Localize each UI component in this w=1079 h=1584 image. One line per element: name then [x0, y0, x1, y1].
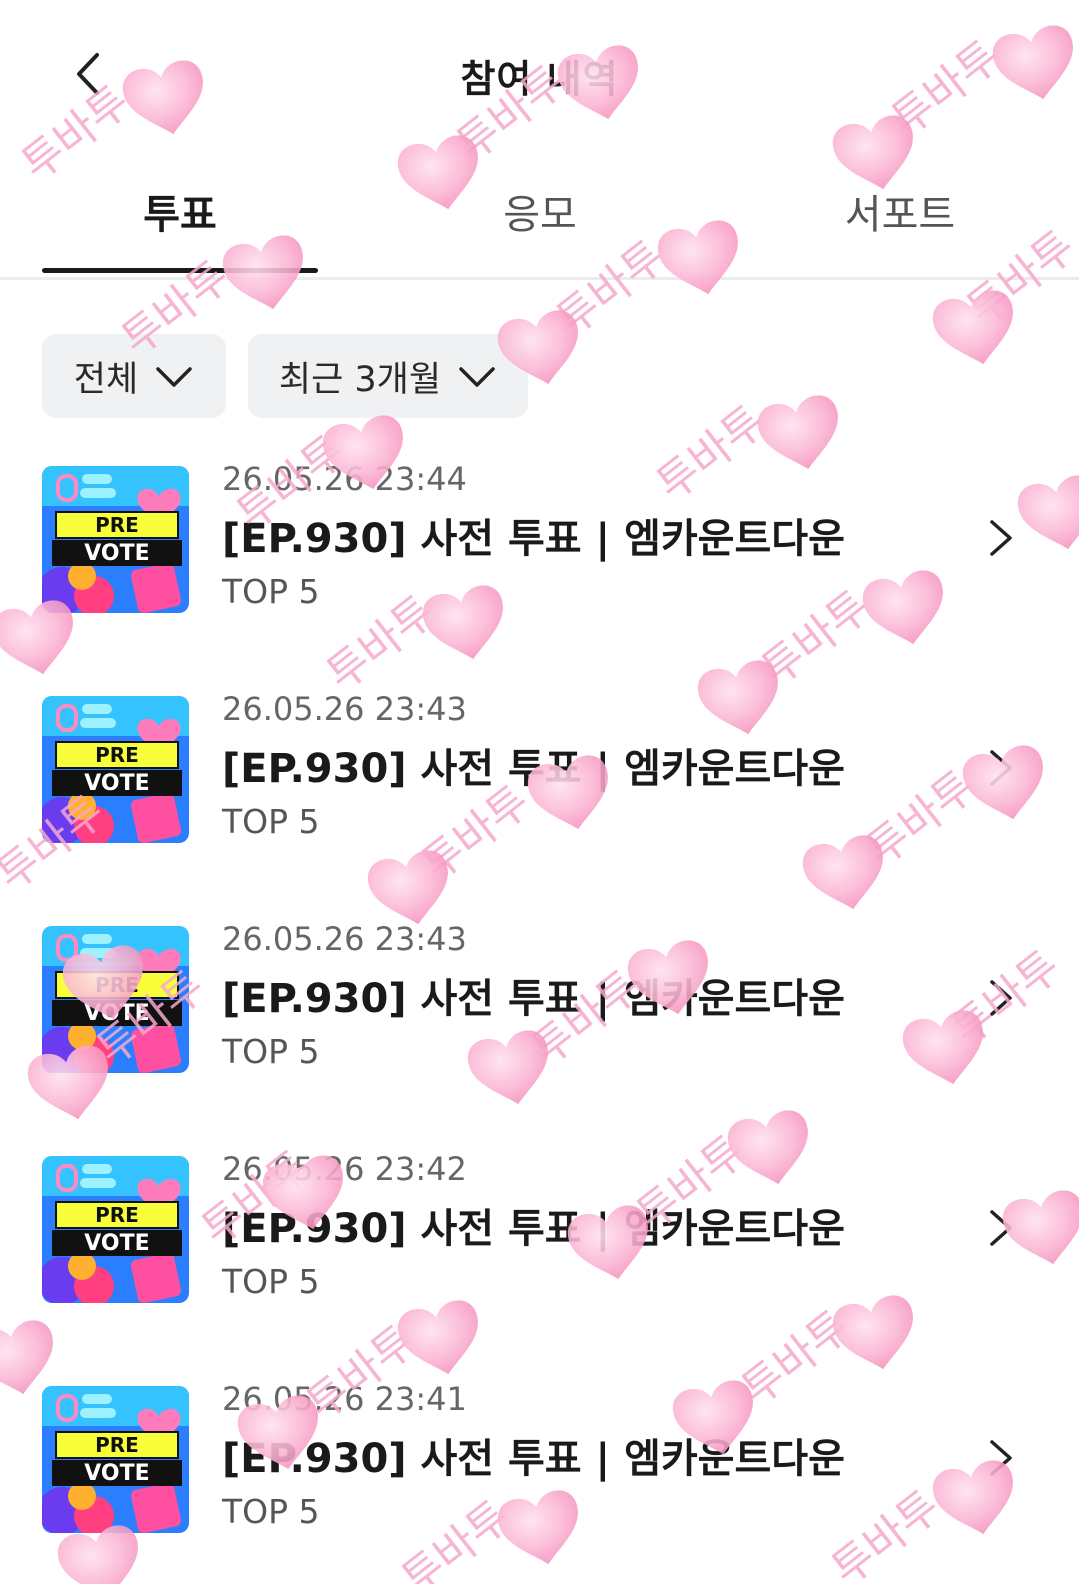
active-tab-indicator: [42, 268, 318, 273]
list-item[interactable]: PRE VOTE 26.05.26 23:44 [EP.930] 사전 투표 |…: [0, 458, 1079, 658]
category-filter-dropdown[interactable]: 전체: [42, 334, 226, 418]
tabs-divider: [0, 277, 1079, 280]
item-subtitle: TOP 5: [222, 1262, 320, 1301]
chevron-down-icon: [156, 367, 192, 387]
pre-vote-thumbnail: PRE VOTE: [42, 696, 189, 843]
pre-vote-thumbnail: PRE VOTE: [42, 926, 189, 1073]
thumb-text-line2: VOTE: [84, 541, 149, 566]
thumb-text-line1: PRE: [95, 1203, 139, 1227]
chevron-right-icon: [990, 1210, 1012, 1246]
item-subtitle: TOP 5: [222, 1032, 320, 1071]
pre-vote-thumbnail: PRE VOTE: [42, 1386, 189, 1533]
header: 참여 내역: [0, 0, 1079, 150]
thumb-text-line2: VOTE: [84, 1461, 149, 1486]
chevron-right-icon: [990, 980, 1012, 1016]
tab-vote[interactable]: 투표: [30, 182, 330, 240]
item-date: 26.05.26 23:43: [222, 690, 467, 728]
page-title: 참여 내역: [460, 57, 619, 101]
thumb-text-line2: VOTE: [84, 1231, 149, 1256]
chevron-right-icon: [990, 1440, 1012, 1476]
tab-entry[interactable]: 응모: [390, 182, 690, 240]
item-date: 26.05.26 23:44: [222, 460, 467, 498]
thumb-text-line2: VOTE: [84, 1001, 149, 1026]
tab-support[interactable]: 서포트: [750, 182, 1050, 240]
pre-vote-thumbnail: PRE VOTE: [42, 1156, 189, 1303]
period-filter-label: 최근 3개월: [278, 359, 442, 400]
list-item[interactable]: PRE VOTE 26.05.26 23:43 [EP.930] 사전 투표 |…: [0, 918, 1079, 1118]
pre-vote-thumbnail: PRE VOTE: [42, 466, 189, 613]
list-item[interactable]: PRE VOTE 26.05.26 23:43 [EP.930] 사전 투표 |…: [0, 688, 1079, 888]
item-title: [EP.930] 사전 투표 | 엠카운트다운: [222, 1206, 845, 1252]
thumb-text-line1: PRE: [95, 1433, 139, 1457]
item-date: 26.05.26 23:43: [222, 920, 467, 958]
chevron-right-icon: [990, 520, 1012, 556]
item-date: 26.05.26 23:42: [222, 1150, 467, 1188]
category-filter-label: 전체: [73, 359, 139, 400]
thumb-text-line1: PRE: [95, 513, 139, 537]
period-filter-dropdown[interactable]: 최근 3개월: [248, 334, 528, 418]
list-item[interactable]: PRE VOTE 26.05.26 23:41 [EP.930] 사전 투표 |…: [0, 1378, 1079, 1578]
item-subtitle: TOP 5: [222, 1492, 320, 1531]
chevron-down-icon: [459, 367, 495, 387]
item-title: [EP.930] 사전 투표 | 엠카운트다운: [222, 976, 845, 1022]
item-date: 26.05.26 23:41: [222, 1380, 467, 1418]
heart-sticker-icon: [929, 286, 1023, 373]
item-title: [EP.930] 사전 투표 | 엠카운트다운: [222, 1436, 845, 1482]
chevron-right-icon: [990, 750, 1012, 786]
thumb-text-line2: VOTE: [84, 771, 149, 796]
item-subtitle: TOP 5: [222, 802, 320, 841]
list-item[interactable]: PRE VOTE 26.05.26 23:42 [EP.930] 사전 투표 |…: [0, 1148, 1079, 1348]
item-title: [EP.930] 사전 투표 | 엠카운트다운: [222, 516, 845, 562]
tab-bar: 투표 응모 서포트: [0, 168, 1079, 280]
item-subtitle: TOP 5: [222, 572, 320, 611]
thumb-text-line1: PRE: [95, 973, 139, 997]
item-title: [EP.930] 사전 투표 | 엠카운트다운: [222, 746, 845, 792]
thumb-text-line1: PRE: [95, 743, 139, 767]
